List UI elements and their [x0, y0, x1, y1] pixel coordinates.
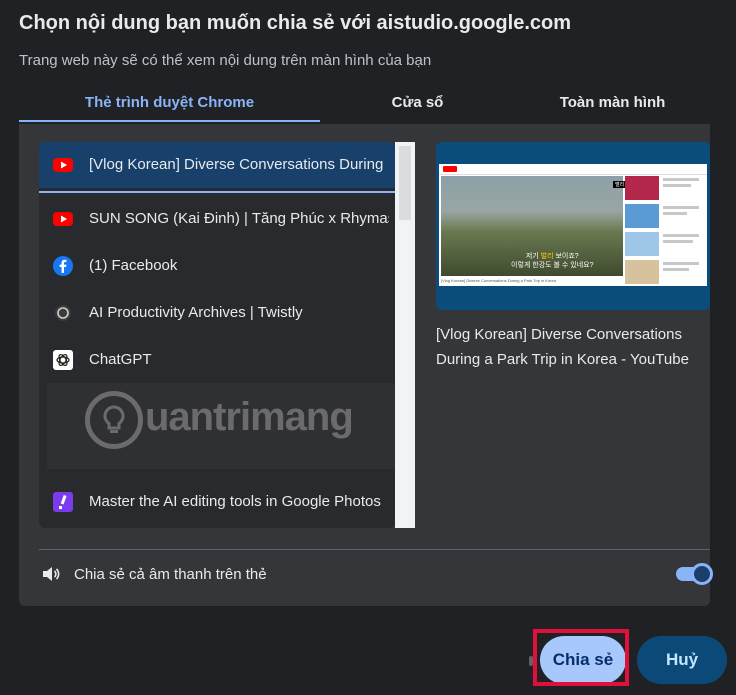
- preview-sidebar: [625, 176, 705, 284]
- list-item[interactable]: AI Productivity Archives | Twistly: [39, 290, 395, 336]
- list-item-label: AI Productivity Archives | Twistly: [89, 304, 303, 321]
- preview-screenshot: 저기 벌리 보이죠? 이렇게 한강도 볼 수 있네요? 멜리 지에이 [Vlog: [439, 164, 707, 286]
- speaker-icon: [41, 564, 61, 584]
- preview-video-title: [Vlog Korean] Diverse Conversations Duri…: [441, 278, 556, 283]
- highlight-annotation: [533, 629, 629, 686]
- list-scrollbar[interactable]: [395, 142, 415, 528]
- scrollbar-thumb[interactable]: [399, 146, 411, 220]
- divider: [39, 549, 710, 550]
- dialog-title: Chọn nội dung bạn muốn chia sẻ với aistu…: [19, 12, 572, 34]
- list-item[interactable]: Master the AI editing tools in Google Ph…: [39, 479, 395, 525]
- watermark-text: uantrimang: [145, 395, 354, 439]
- lightbulb-logo-icon: [85, 391, 143, 449]
- list-item-label: ChatGPT: [89, 351, 152, 368]
- list-item-label: (1) Facebook: [89, 257, 178, 274]
- cancel-button[interactable]: Huỷ: [637, 636, 727, 684]
- tab-list: [Vlog Korean] Diverse Conversations Duri…: [39, 142, 395, 528]
- share-audio-toggle[interactable]: [676, 563, 713, 585]
- preview-caption: 저기 벌리 보이죠? 이렇게 한강도 볼 수 있네요?: [511, 253, 594, 269]
- list-item-label: [Vlog Korean] Diverse Conversations Duri…: [89, 156, 384, 173]
- google-photos-slash-icon: [53, 492, 73, 512]
- preview-title: [Vlog Korean] Diverse Conversations Duri…: [436, 326, 689, 368]
- list-item[interactable]: (1) Facebook: [39, 243, 395, 289]
- chatgpt-icon: [53, 350, 73, 370]
- share-panel: [Vlog Korean] Diverse Conversations Duri…: [19, 124, 713, 606]
- youtube-logo-icon: [443, 166, 457, 172]
- list-item-label: Master the AI editing tools in Google Ph…: [89, 493, 381, 510]
- dialog-subtitle: Trang web này sẽ có thể xem nội dung trê…: [19, 52, 432, 69]
- watermark: uantrimang: [47, 383, 397, 469]
- source-tabs: Thẻ trình duyệt Chrome Cửa sổ Toàn màn h…: [19, 88, 710, 122]
- tab-entire-screen[interactable]: Toàn màn hình: [515, 88, 710, 120]
- selection-divider: [39, 191, 395, 193]
- facebook-icon: [53, 256, 73, 276]
- tab-window[interactable]: Cửa sổ: [320, 88, 515, 120]
- list-item[interactable]: [Vlog Korean] Diverse Conversations Duri…: [39, 142, 395, 188]
- list-item[interactable]: ChatGPT: [39, 337, 395, 383]
- youtube-icon: [53, 155, 73, 175]
- preview-header: [439, 164, 707, 175]
- list-item[interactable]: SUN SONG (Kai Đinh) | Tăng Phúc x Rhymas…: [39, 196, 395, 242]
- toggle-knob: [691, 563, 713, 585]
- youtube-icon: [53, 209, 73, 229]
- tab-preview: 저기 벌리 보이죠? 이렇게 한강도 볼 수 있네요? 멜리 지에이 [Vlog: [436, 142, 710, 310]
- share-audio-label: Chia sẻ cả âm thanh trên thẻ: [74, 566, 267, 583]
- list-item-label: SUN SONG (Kai Đinh) | Tăng Phúc x Rhymas…: [89, 210, 389, 227]
- twistly-icon: [53, 303, 73, 323]
- tab-chrome-tabs[interactable]: Thẻ trình duyệt Chrome: [19, 88, 320, 122]
- preview-video: 저기 벌리 보이죠? 이렇게 한강도 볼 수 있네요?: [441, 176, 623, 276]
